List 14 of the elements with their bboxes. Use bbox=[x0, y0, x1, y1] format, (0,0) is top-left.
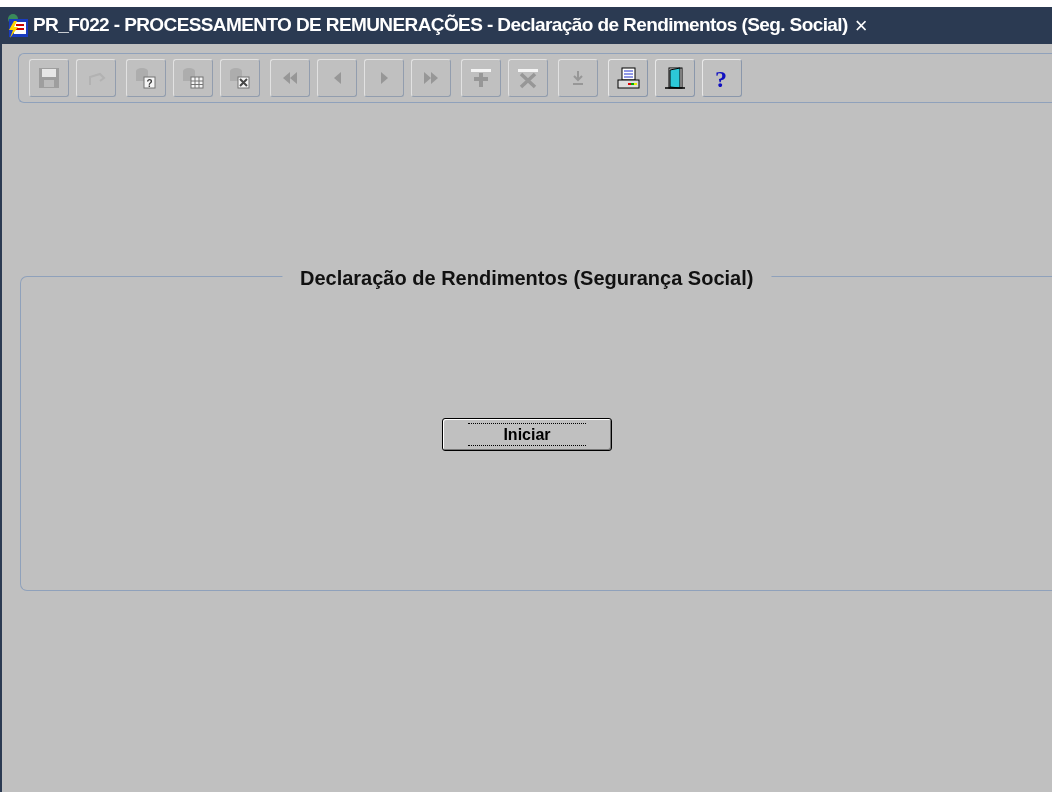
print-button[interactable] bbox=[608, 59, 648, 97]
door-icon bbox=[662, 65, 688, 91]
help-button[interactable]: ? bbox=[702, 59, 742, 97]
right-triangle-icon bbox=[380, 72, 388, 84]
database-x-icon bbox=[227, 65, 253, 91]
help-icon: ? bbox=[709, 65, 735, 91]
exit-button[interactable] bbox=[655, 59, 695, 97]
left-triangle-icon bbox=[333, 72, 341, 84]
window-title: PR_F022 - PROCESSAMENTO DE REMUNERAÇÕES - Declaração de Rendimentos (Seg. Social) bbox=[33, 13, 848, 38]
database-table-icon bbox=[180, 65, 206, 91]
app-icon bbox=[6, 12, 30, 39]
start-button[interactable]: Iniciar bbox=[442, 418, 612, 451]
close-icon[interactable]: × bbox=[854, 9, 868, 42]
printer-icon bbox=[615, 65, 641, 91]
